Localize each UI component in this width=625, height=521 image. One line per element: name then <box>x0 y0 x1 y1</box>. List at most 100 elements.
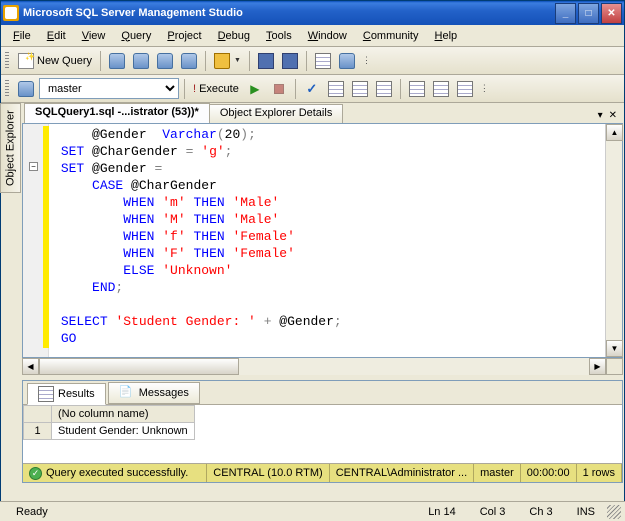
status-ins: INS <box>565 506 607 518</box>
status-user: CENTRAL\Administrator ... <box>330 464 474 482</box>
registered-servers-button[interactable] <box>336 50 358 72</box>
tab-sqlquery1[interactable]: SQLQuery1.sql -...istrator (53))* <box>24 103 210 123</box>
db-icon <box>157 53 173 69</box>
parse-button[interactable]: ✓ <box>301 78 323 100</box>
change-connection-button[interactable] <box>15 78 37 100</box>
debug-button[interactable]: ▶ <box>244 78 266 100</box>
scroll-up-icon[interactable]: ▲ <box>606 124 623 141</box>
save-icon <box>258 53 274 69</box>
save-all-button[interactable] <box>279 50 301 72</box>
cell-value[interactable]: Student Gender: Unknown <box>52 423 195 440</box>
menu-project[interactable]: Project <box>159 28 209 44</box>
activity-monitor-button[interactable] <box>312 50 334 72</box>
play-icon: ▶ <box>250 82 259 96</box>
menu-file[interactable]: File <box>5 28 39 44</box>
status-message: ✓ Query executed successfully. <box>23 464 207 482</box>
open-button[interactable]: ▼ <box>211 50 244 72</box>
db-icon <box>109 53 125 69</box>
main-area: SQLQuery1.sql -...istrator (53))* Object… <box>22 103 623 483</box>
include-plan-button[interactable] <box>406 78 428 100</box>
toolbar-overflow[interactable]: ⋮ <box>360 55 373 66</box>
results-to-button[interactable] <box>454 78 476 100</box>
execute-label: Execute <box>199 83 239 95</box>
new-query-button[interactable]: New Query <box>15 50 95 72</box>
results-icon <box>38 386 54 402</box>
vertical-scrollbar[interactable]: ▲ ▼ <box>605 124 622 357</box>
status-elapsed: 00:00:00 <box>521 464 577 482</box>
tab-messages[interactable]: 📄 Messages <box>108 382 200 404</box>
results-pane: Results 📄 Messages (No column name) 1 St… <box>22 380 623 483</box>
tab-close-button[interactable]: ✕ <box>607 108 619 123</box>
tab-object-explorer-details[interactable]: Object Explorer Details <box>209 104 344 123</box>
database-combo[interactable]: master <box>39 78 179 99</box>
include-plan-icon <box>409 81 425 97</box>
tab-list-button[interactable]: ▾ <box>596 108 605 123</box>
sql-editor-toolbar: master ! Execute ▶ ✓ ⋮ <box>1 75 624 103</box>
standard-toolbar: New Query ▼ ⋮ <box>1 47 624 75</box>
menu-edit[interactable]: Edit <box>39 28 74 44</box>
menu-window[interactable]: Window <box>300 28 355 44</box>
status-ready: Ready <box>4 506 60 518</box>
menu-community[interactable]: Community <box>355 28 427 44</box>
column-header[interactable]: (No column name) <box>52 406 195 423</box>
messages-icon: 📄 <box>119 385 135 401</box>
engine-query-button[interactable] <box>106 50 128 72</box>
open-icon <box>214 53 230 69</box>
menu-bar: FileEditViewQueryProjectDebugToolsWindow… <box>1 25 624 47</box>
status-rows: 1 rows <box>577 464 622 482</box>
results-grid[interactable]: (No column name) 1 Student Gender: Unkno… <box>23 405 622 463</box>
menu-view[interactable]: View <box>74 28 114 44</box>
close-button[interactable]: ✕ <box>601 3 622 24</box>
resize-grip[interactable] <box>607 505 621 519</box>
menu-debug[interactable]: Debug <box>210 28 258 44</box>
row-number: 1 <box>24 423 52 440</box>
status-col: Col 3 <box>468 506 518 518</box>
connection-icon <box>18 81 34 97</box>
menu-tools[interactable]: Tools <box>258 28 300 44</box>
xmla-query-button[interactable] <box>178 50 200 72</box>
toolbar-grip[interactable] <box>5 52 9 70</box>
execute-button[interactable]: ! Execute <box>190 78 242 100</box>
options-icon <box>352 81 368 97</box>
stop-icon <box>274 84 284 94</box>
tab-results[interactable]: Results <box>27 383 106 405</box>
query-options-button[interactable] <box>349 78 371 100</box>
scroll-thumb[interactable] <box>39 358 239 375</box>
db-icon <box>181 53 197 69</box>
intellisense-button[interactable] <box>373 78 395 100</box>
status-line: Ln 14 <box>416 506 468 518</box>
scroll-down-icon[interactable]: ▼ <box>606 340 623 357</box>
include-stats-button[interactable] <box>430 78 452 100</box>
code-editor[interactable]: − @Gender Varchar(20); SET @CharGender =… <box>22 123 623 358</box>
dmx-query-button[interactable] <box>154 50 176 72</box>
toolbar-overflow[interactable]: ⋮ <box>478 83 491 94</box>
results-to-icon <box>457 81 473 97</box>
display-plan-button[interactable] <box>325 78 347 100</box>
fold-button[interactable]: − <box>29 162 38 171</box>
save-button[interactable] <box>255 50 277 72</box>
check-icon: ✓ <box>306 81 317 97</box>
status-bar: Ready Ln 14 Col 3 Ch 3 INS <box>0 501 625 521</box>
intellisense-icon <box>376 81 392 97</box>
maximize-button[interactable]: □ <box>578 3 599 24</box>
object-explorer-tab[interactable]: Object Explorer <box>0 103 21 193</box>
new-query-icon <box>18 53 34 69</box>
mdx-query-button[interactable] <box>130 50 152 72</box>
cancel-button[interactable] <box>268 78 290 100</box>
horizontal-scrollbar[interactable]: ◀ ▶ <box>22 358 623 375</box>
toolbar-grip[interactable] <box>5 80 9 98</box>
editor-margin: − <box>23 124 49 357</box>
menu-help[interactable]: Help <box>427 28 466 44</box>
status-server: CENTRAL (10.0 RTM) <box>207 464 329 482</box>
save-all-icon <box>282 53 298 69</box>
editor-text[interactable]: @Gender Varchar(20); SET @CharGender = '… <box>49 124 605 357</box>
scroll-left-icon[interactable]: ◀ <box>22 358 39 375</box>
table-row[interactable]: 1 Student Gender: Unknown <box>24 423 195 440</box>
menu-query[interactable]: Query <box>113 28 159 44</box>
success-icon: ✓ <box>29 467 42 480</box>
results-tabs: Results 📄 Messages <box>23 381 622 405</box>
minimize-button[interactable]: _ <box>555 3 576 24</box>
title-bar: Microsoft SQL Server Management Studio _… <box>1 1 624 25</box>
scroll-right-icon[interactable]: ▶ <box>589 358 606 375</box>
status-ch: Ch 3 <box>517 506 564 518</box>
